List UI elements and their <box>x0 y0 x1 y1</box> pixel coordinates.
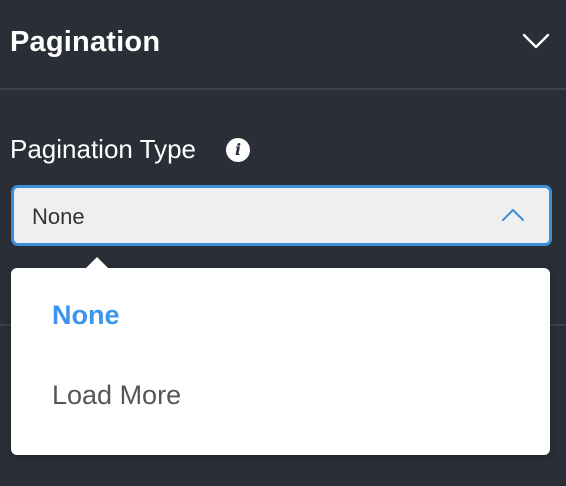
chevron-up-icon <box>502 209 524 221</box>
info-icon[interactable]: i <box>226 138 250 162</box>
pagination-type-select[interactable]: None <box>11 185 552 246</box>
section-title: Pagination <box>10 26 161 58</box>
pagination-type-label: Pagination Type <box>10 134 196 164</box>
pagination-section-header[interactable]: Pagination <box>0 0 566 90</box>
option-load-more[interactable]: Load More <box>52 380 181 411</box>
option-none[interactable]: None <box>52 300 120 331</box>
select-value: None <box>32 204 85 229</box>
pagination-settings-panel: Pagination Pagination Type i None None L… <box>0 0 566 486</box>
pagination-type-dropdown: None Load More <box>11 257 550 455</box>
chevron-down-icon[interactable] <box>522 32 550 50</box>
dropdown-pointer <box>86 257 108 268</box>
